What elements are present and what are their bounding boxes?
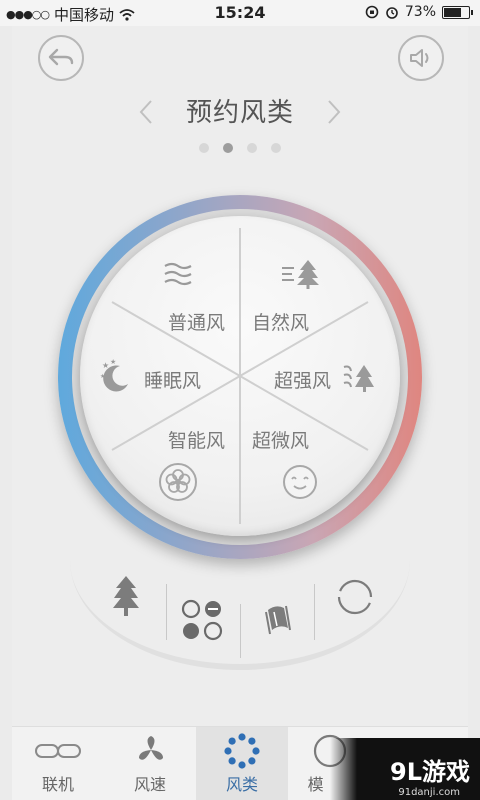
chevron-right-icon[interactable] bbox=[323, 98, 345, 126]
tab-wind-type[interactable]: 风类 bbox=[196, 727, 288, 800]
watermark-brand: 9L游戏 bbox=[390, 757, 470, 786]
circle-arrows-icon[interactable] bbox=[336, 578, 374, 616]
tab-label: 风速 bbox=[133, 775, 166, 794]
page-dot[interactable] bbox=[271, 143, 281, 153]
alarm-icon bbox=[386, 7, 398, 19]
battery-percentage: 73% bbox=[404, 4, 436, 20]
page-dot[interactable] bbox=[199, 143, 209, 153]
wind-lines-icon bbox=[164, 262, 192, 286]
control-divider bbox=[166, 584, 167, 640]
smile-face-icon bbox=[283, 465, 317, 499]
watermark-logo: 9L游戏 91danji.com bbox=[330, 738, 480, 800]
link-icon bbox=[35, 744, 81, 758]
tree-wind-icon bbox=[282, 260, 319, 289]
grid-dots-icon[interactable] bbox=[180, 598, 224, 642]
svg-text:★: ★ bbox=[102, 361, 109, 370]
page-indicator bbox=[0, 143, 480, 153]
back-button[interactable] bbox=[38, 35, 84, 81]
svg-text:★: ★ bbox=[100, 373, 105, 380]
strong-wind-tree-icon bbox=[343, 365, 374, 392]
status-bar: ●●●○○ 中国移动 15:24 73% bbox=[0, 0, 480, 26]
tab-connect[interactable]: 联机 bbox=[12, 727, 104, 800]
moon-stars-icon: ★ ★ ★ bbox=[100, 358, 128, 392]
segment-label: 自然风 bbox=[252, 312, 310, 334]
control-divider bbox=[240, 604, 241, 658]
control-divider bbox=[314, 584, 315, 640]
page-title: 预约风类 bbox=[185, 98, 294, 128]
tab-label: 联机 bbox=[41, 775, 74, 794]
speaker-icon bbox=[410, 49, 429, 67]
flower-dots-icon bbox=[224, 733, 260, 769]
segment-label: 超强风 bbox=[274, 370, 332, 392]
page-dot[interactable] bbox=[223, 143, 233, 153]
tab-fan-speed[interactable]: 风速 bbox=[104, 727, 196, 800]
fan-icon bbox=[139, 736, 163, 760]
battery-icon bbox=[442, 5, 473, 19]
segment-label: 超微风 bbox=[252, 430, 310, 452]
tab-label: 风类 bbox=[225, 775, 258, 794]
swing-icon[interactable] bbox=[262, 600, 294, 640]
back-arrow-icon bbox=[48, 48, 74, 66]
rotation-lock-icon bbox=[365, 5, 379, 19]
segment-label: 智能风 bbox=[168, 430, 226, 452]
segment-label: 普通风 bbox=[168, 312, 226, 334]
flower-icon bbox=[159, 463, 197, 501]
segment-label: 睡眠风 bbox=[144, 370, 202, 392]
title-row: 预约风类 bbox=[0, 92, 480, 132]
sound-button[interactable] bbox=[398, 35, 444, 81]
page-dot[interactable] bbox=[247, 143, 257, 153]
svg-text:★: ★ bbox=[110, 358, 116, 366]
tree-icon[interactable] bbox=[110, 574, 142, 618]
wind-type-dial[interactable]: 普通风 自然风 超强风 超微风 智能风 ★ ★ ★ 睡眠风 bbox=[80, 216, 400, 536]
watermark-site: 91danji.com bbox=[398, 787, 460, 798]
